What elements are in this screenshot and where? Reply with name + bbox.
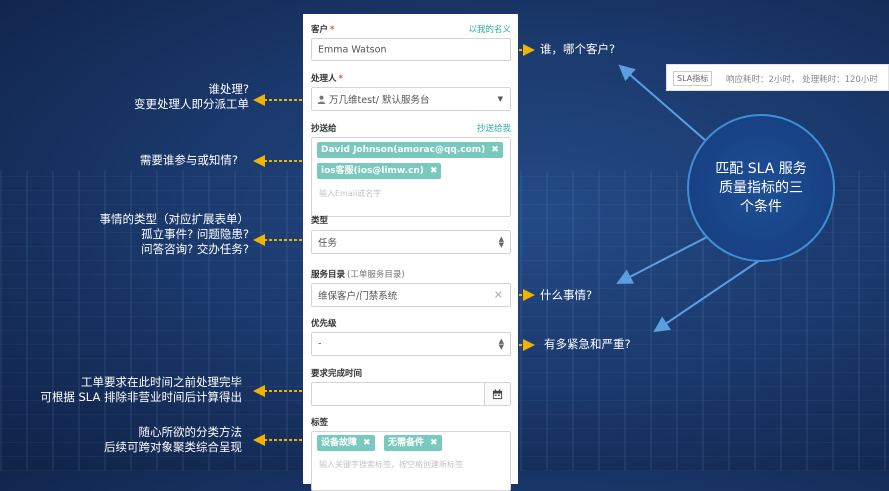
sla-conditions-circle: 匹配 SLA 服务质量指标的三个条件 xyxy=(687,114,835,262)
annotation-tags: 随心所欲的分类方法 后续可跨对象聚类综合呈现 xyxy=(104,425,242,454)
arrow-sla-catalog xyxy=(616,236,708,284)
annotation-involved: 需要谁参与或知情? xyxy=(139,153,238,167)
updown-icon: ▲ ▼ xyxy=(498,337,504,351)
annotation-what: 什么事情? xyxy=(540,288,593,302)
annotation-urgency: 有多紧急和严重? xyxy=(544,337,631,351)
handler-select[interactable]: 万几维test/ 默认服务台 ▼ xyxy=(311,87,511,111)
catalog-label: 服务目录 (工单服务目录) xyxy=(311,270,405,280)
remove-tag-icon[interactable]: ✖ xyxy=(430,166,438,176)
tag-chip: 设备故障 ✖ xyxy=(317,435,375,451)
cc-label: 抄送给 xyxy=(311,124,337,134)
cc-me-link[interactable]: 抄送给我 xyxy=(477,122,511,134)
cc-tag: ios客服(ios@limw.cn) ✖ xyxy=(317,163,442,179)
arrow-sla-priority xyxy=(653,259,761,333)
priority-label: 优先级 xyxy=(311,319,337,329)
assign-myself-link[interactable]: 以我的名义 xyxy=(468,23,511,35)
due-date-input[interactable] xyxy=(311,382,511,406)
tags-label: 标签 xyxy=(311,418,329,428)
annotation-due: 工单要求在此时间之前处理完毕 可根据 SLA 排除非营业时间后计算得出 xyxy=(40,375,242,404)
annotation-customer: 谁，哪个客户? xyxy=(540,42,616,56)
handler-value: 万几维test/ 默认服务台 xyxy=(329,95,430,106)
tag-chip: 无需备件 ✖ xyxy=(384,435,442,451)
customer-input[interactable]: Emma Watson xyxy=(311,38,511,61)
sla-indicator-bar: SLA指标 响应耗时：2小时， 处理耗时：120小时 xyxy=(666,64,889,91)
remove-tag-icon[interactable]: ✖ xyxy=(363,438,371,448)
annotation-type: 事情的类型（对应扩展表单） 孤立事件? 问题隐患? 问答咨询? 交办任务? xyxy=(99,212,250,256)
due-label: 要求完成时间 xyxy=(311,369,363,379)
type-label: 类型 xyxy=(311,216,329,226)
handler-label: 处理人 * xyxy=(311,74,343,84)
cc-input[interactable]: David Johnson(amorac@qq.com) ✖ ios客服(ios@… xyxy=(311,137,511,217)
tags-placeholder: 输入关键字搜索标签，按空格创建新标签 xyxy=(319,460,463,469)
customer-label: 客户 * xyxy=(311,25,335,35)
annotation-handler: 谁处理? 变更处理人即分派工单 xyxy=(134,82,249,111)
type-select[interactable]: 任务 ▲ ▼ xyxy=(311,230,511,254)
updown-icon: ▲ ▼ xyxy=(498,235,504,249)
remove-tag-icon[interactable]: ✖ xyxy=(491,145,499,155)
clear-icon[interactable]: ✕ xyxy=(494,289,503,302)
calendar-button[interactable] xyxy=(484,383,510,405)
remove-tag-icon[interactable]: ✖ xyxy=(430,438,438,448)
cc-placeholder: 输入Email或名字 xyxy=(319,189,382,198)
user-icon xyxy=(317,95,326,104)
catalog-select[interactable]: 维保客户/门禁系统 ✕ xyxy=(311,283,511,307)
calendar-icon xyxy=(492,389,503,400)
caret-down-icon: ▼ xyxy=(497,95,503,103)
ticket-form: 客户 * 以我的名义 Emma Watson 处理人 * 万几维test/ 默认服务… xyxy=(303,14,518,491)
sla-tag: SLA指标 xyxy=(673,71,713,86)
cc-tag: David Johnson(amorac@qq.com) ✖ xyxy=(317,142,503,158)
sla-times: 响应耗时：2小时， 处理耗时：120小时 xyxy=(726,75,878,85)
tags-input[interactable]: 设备故障 ✖ 无需备件 ✖ 输入关键字搜索标签，按空格创建新标签 xyxy=(311,431,511,491)
priority-select[interactable]: - ▲ ▼ xyxy=(311,332,511,356)
